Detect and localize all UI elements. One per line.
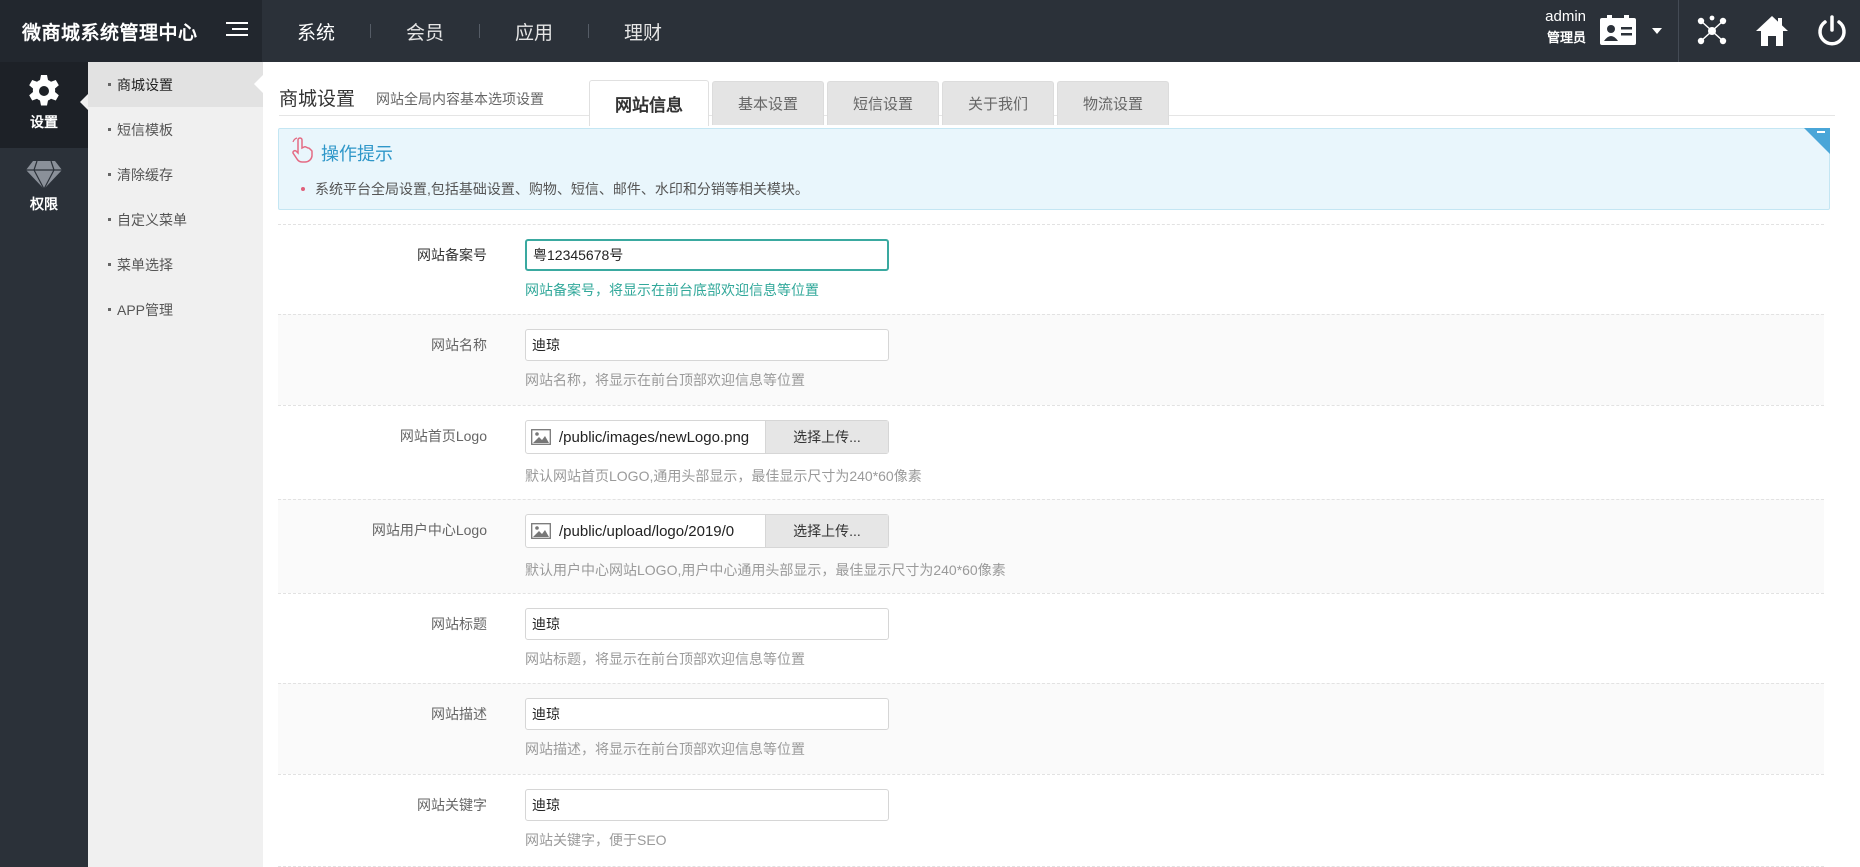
- submenu-label: 短信模板: [117, 121, 173, 138]
- top-bar: 微商城系统管理中心 系统 会员 应用 理财 admin 管理员: [0, 0, 1860, 62]
- form-row-site-title: 网站标题 迪琼 网站标题，将显示在前台顶部欢迎信息等位置: [278, 593, 1824, 683]
- sub-menu: 商城设置 短信模板 清除缓存 自定义菜单 菜单选择 APP管理: [88, 62, 263, 867]
- operation-tip: 操作提示 系统平台全局设置,包括基础设置、购物、短信、邮件、水印和分销等相关模块…: [278, 128, 1830, 210]
- description-label: 网站描述: [431, 706, 487, 722]
- submenu-label: 菜单选择: [117, 256, 173, 273]
- app-title: 微商城系统管理中心: [22, 22, 198, 44]
- menu-toggle-icon[interactable]: [226, 22, 248, 40]
- top-divider: [1678, 0, 1679, 62]
- minus-icon[interactable]: [1817, 131, 1825, 133]
- rail-pointer: [80, 94, 88, 110]
- logo-hint: 默认网站首页LOGO,通用头部显示，最佳显示尺寸为240*60像素: [525, 468, 922, 484]
- submenu-item-sms-template[interactable]: 短信模板: [88, 107, 263, 152]
- tab-about-us[interactable]: 关于我们: [942, 81, 1054, 125]
- top-nav: 系统 会员 应用 理财: [262, 0, 697, 62]
- page-title: 商城设置: [279, 89, 356, 110]
- rail-label-settings: 设置: [30, 114, 58, 130]
- bullet: [108, 263, 111, 266]
- topnav-item-system[interactable]: 系统: [262, 18, 370, 45]
- ucenter-logo-upload: /public/upload/logo/2019/0 选择上传...: [525, 514, 889, 548]
- image-icon: [531, 523, 551, 539]
- submenu-item-custom-menu[interactable]: 自定义菜单: [88, 197, 263, 242]
- form-row-description: 网站描述 迪琼 网站描述，将显示在前台顶部欢迎信息等位置: [278, 683, 1824, 774]
- tab-basic-settings[interactable]: 基本设置: [712, 81, 824, 125]
- topnav-item-apps[interactable]: 应用: [480, 18, 588, 45]
- keywords-input[interactable]: 迪琼: [525, 789, 889, 821]
- icon-rail: 设置 权限: [0, 62, 88, 867]
- submenu-item-app-manage[interactable]: APP管理: [88, 287, 263, 332]
- bullet: [108, 308, 111, 311]
- diamond-icon: [26, 160, 62, 190]
- description-hint: 网站描述，将显示在前台顶部欢迎信息等位置: [525, 741, 805, 757]
- chevron-down-icon[interactable]: [1652, 28, 1662, 34]
- gear-icon: [29, 75, 59, 106]
- bullet: [108, 218, 111, 221]
- ucenter-logo-path[interactable]: /public/upload/logo/2019/0: [559, 523, 764, 540]
- bullet: [108, 128, 111, 131]
- site-title-input[interactable]: 迪琼: [525, 608, 889, 640]
- home-icon[interactable]: [1755, 14, 1789, 48]
- ucenter-logo-label: 网站用户中心Logo: [371, 522, 487, 538]
- site-name-label: 网站名称: [431, 337, 487, 353]
- site-title-label: 网站标题: [431, 616, 487, 632]
- tip-text: 系统平台全局设置,包括基础设置、购物、短信、邮件、水印和分销等相关模块。: [301, 179, 809, 199]
- logo-upload-button[interactable]: 选择上传...: [765, 421, 888, 453]
- brand: 微商城系统管理中心: [0, 0, 262, 62]
- tab-sms-settings[interactable]: 短信设置: [827, 81, 939, 125]
- submenu-label: APP管理: [117, 301, 174, 318]
- power-icon[interactable]: [1815, 14, 1849, 48]
- form-row-site-name: 网站名称 迪琼 网站名称，将显示在前台顶部欢迎信息等位置: [278, 314, 1824, 405]
- bullet: [108, 173, 111, 176]
- ucenter-logo-upload-button[interactable]: 选择上传...: [765, 515, 888, 547]
- rail-item-settings[interactable]: 设置: [0, 62, 88, 148]
- submenu-label: 商城设置: [117, 76, 173, 93]
- user-role: 管理员: [1546, 30, 1586, 45]
- id-card-icon[interactable]: [1599, 14, 1637, 46]
- network-icon[interactable]: [1695, 14, 1729, 48]
- form-row-keywords: 网站关键字 迪琼 网站关键字，便于SEO: [278, 774, 1824, 867]
- keywords-hint: 网站关键字，便于SEO: [525, 832, 667, 848]
- user-name: admin: [1545, 8, 1586, 25]
- site-name-input[interactable]: 迪琼: [525, 329, 889, 361]
- tip-title: 操作提示: [321, 144, 393, 164]
- submenu-label: 自定义菜单: [117, 211, 187, 228]
- tab-bar: 网站信息 基本设置 短信设置 关于我们 物流设置: [589, 80, 1172, 126]
- ucenter-logo-hint: 默认用户中心网站LOGO,用户中心通用头部显示，最佳显示尺寸为240*60像素: [525, 562, 1006, 578]
- image-icon: [531, 429, 551, 445]
- form-row-logo: 网站首页Logo /public/images/newLogo.png 选择上传…: [278, 405, 1824, 499]
- icp-label: 网站备案号: [417, 247, 487, 263]
- main-content: 商城设置 网站全局内容基本选项设置 网站信息 基本设置 短信设置 关于我们 物流…: [263, 62, 1860, 867]
- tip-text-content: 系统平台全局设置,包括基础设置、购物、短信、邮件、水印和分销等相关模块。: [315, 181, 809, 197]
- logo-upload: /public/images/newLogo.png 选择上传...: [525, 420, 889, 454]
- bullet: [301, 187, 305, 191]
- page-subtitle: 网站全局内容基本选项设置: [376, 91, 544, 107]
- submenu-item-menu-select[interactable]: 菜单选择: [88, 242, 263, 287]
- site-name-hint: 网站名称，将显示在前台顶部欢迎信息等位置: [525, 372, 805, 388]
- topnav-item-finance[interactable]: 理财: [589, 18, 697, 45]
- bullet: [108, 83, 111, 86]
- tab-site-info[interactable]: 网站信息: [589, 80, 709, 126]
- logo-label: 网站首页Logo: [399, 428, 487, 444]
- rail-label-permissions: 权限: [30, 196, 58, 212]
- icp-input[interactable]: 粤12345678号: [525, 239, 889, 271]
- hand-pointer-icon: [292, 137, 313, 163]
- rail-item-permissions[interactable]: 权限: [0, 148, 88, 234]
- submenu-item-clear-cache[interactable]: 清除缓存: [88, 152, 263, 197]
- icp-hint: 网站备案号，将显示在前台底部欢迎信息等位置: [525, 282, 819, 298]
- user-info[interactable]: admin 管理员: [1530, 8, 1586, 46]
- form-row-ucenter-logo: 网站用户中心Logo /public/upload/logo/2019/0 选择…: [278, 499, 1824, 593]
- topnav-item-member[interactable]: 会员: [371, 18, 479, 45]
- page-header: 商城设置 网站全局内容基本选项设置 网站信息 基本设置 短信设置 关于我们 物流…: [279, 72, 1835, 126]
- logo-path[interactable]: /public/images/newLogo.png: [559, 429, 764, 446]
- keywords-label: 网站关键字: [417, 797, 487, 813]
- tab-logistics-settings[interactable]: 物流设置: [1057, 81, 1169, 125]
- submenu-pointer: [254, 75, 263, 93]
- site-title-hint: 网站标题，将显示在前台顶部欢迎信息等位置: [525, 651, 805, 667]
- submenu-label: 清除缓存: [117, 166, 173, 183]
- form-row-icp: 网站备案号 粤12345678号 网站备案号，将显示在前台底部欢迎信息等位置: [278, 224, 1824, 314]
- submenu-item-mall-settings[interactable]: 商城设置: [88, 62, 263, 107]
- description-input[interactable]: 迪琼: [525, 698, 889, 730]
